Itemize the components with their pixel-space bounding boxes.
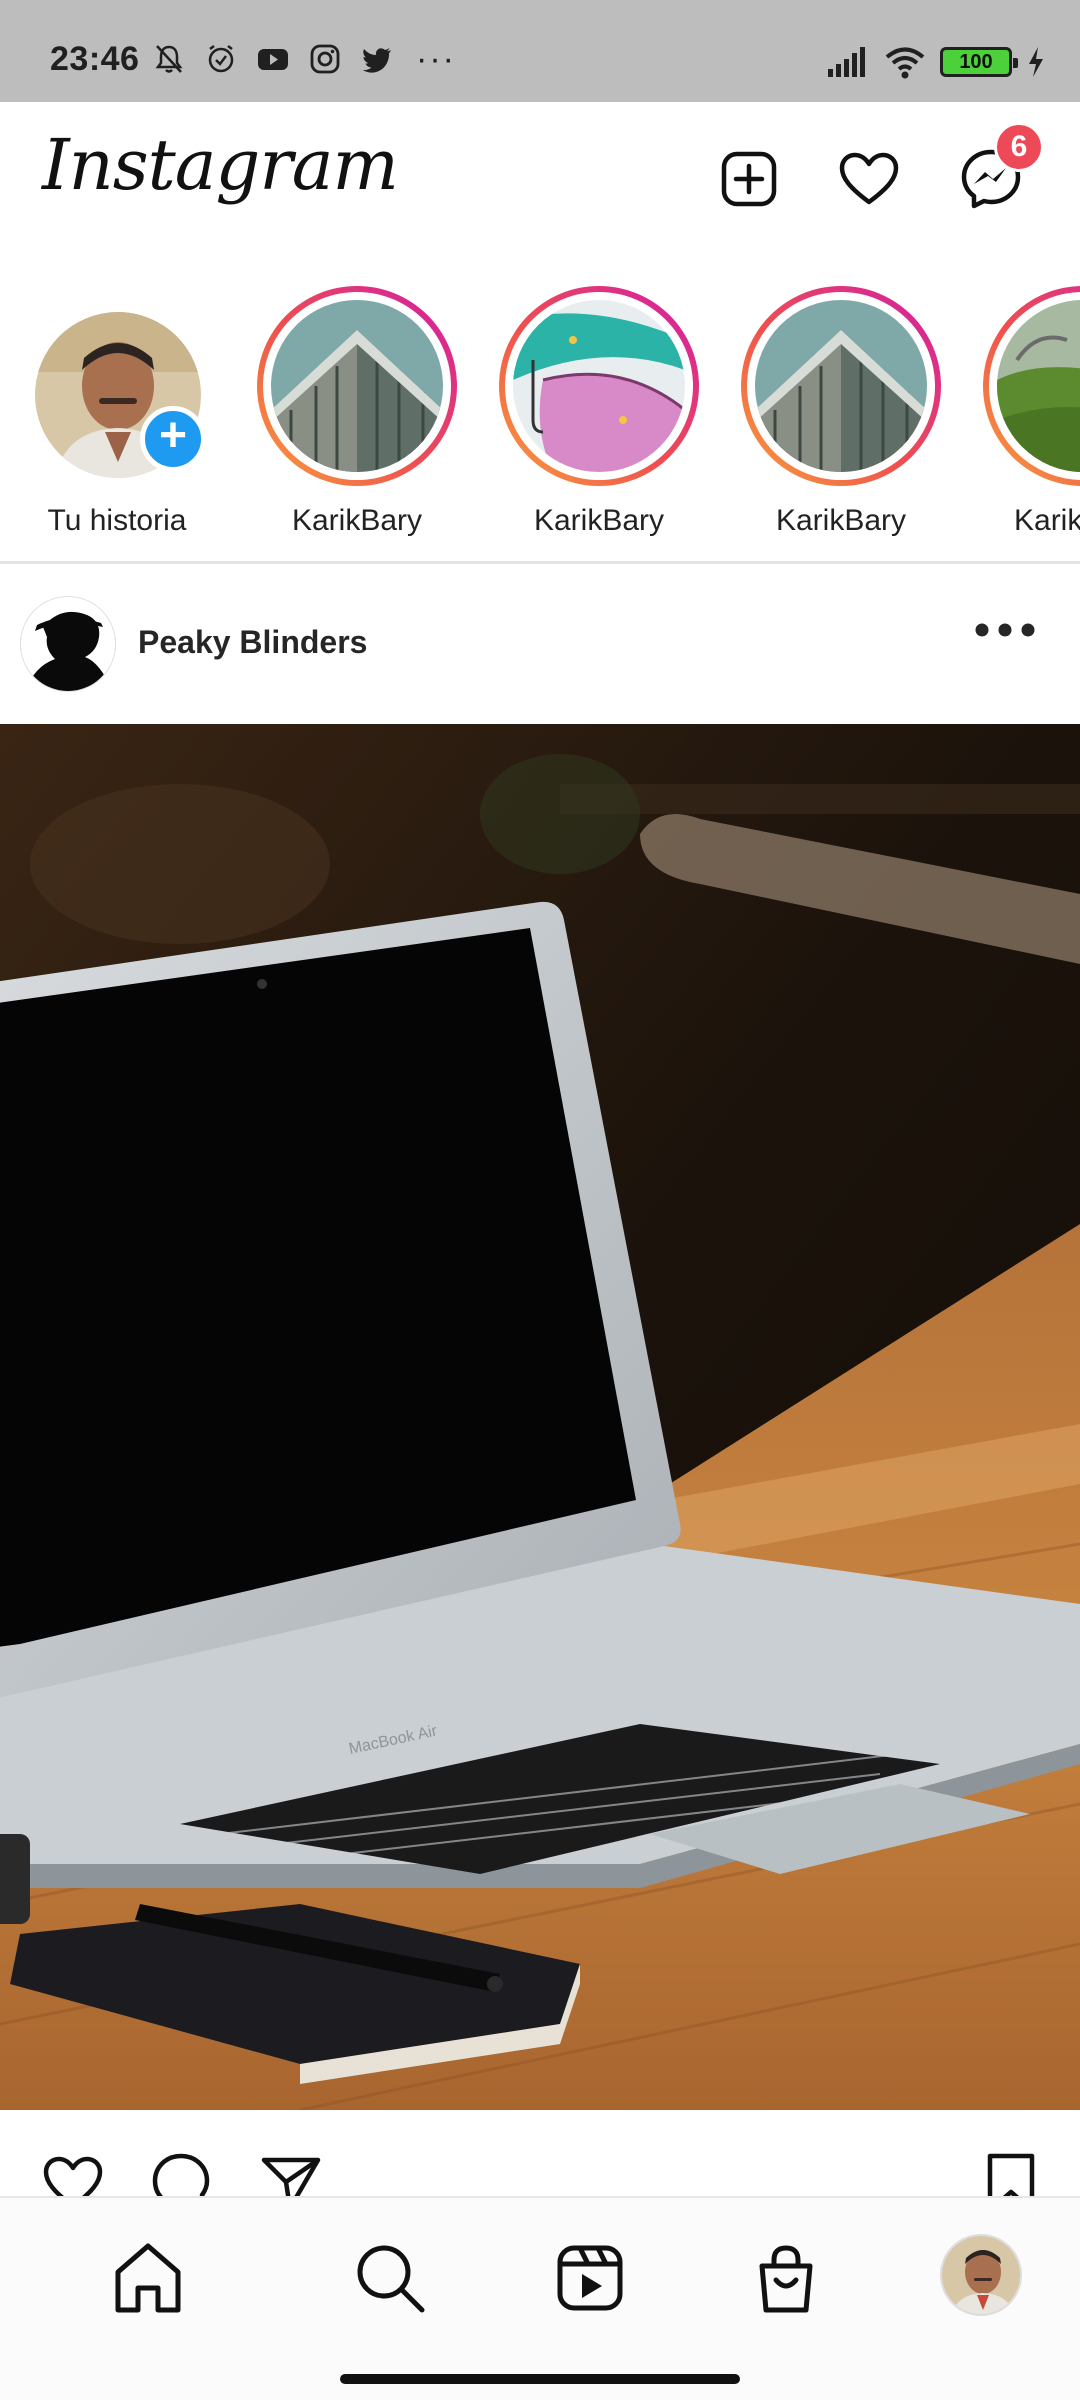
post-actions: [0, 2110, 1080, 2196]
reels-icon: [557, 2245, 623, 2311]
alarm-icon: [208, 45, 234, 73]
notification-icons: ···: [152, 42, 456, 76]
nav-shop[interactable]: [748, 2240, 824, 2316]
save-icon: [987, 2153, 1035, 2196]
like-icon: [43, 2156, 103, 2196]
comment-icon: [152, 2153, 210, 2196]
save-button[interactable]: [978, 2150, 1044, 2196]
story-label: KarikBary: [533, 504, 665, 537]
signal-icon: [828, 47, 865, 77]
story-own[interactable]: + Tu historia: [20, 286, 230, 546]
gesture-area: [0, 2356, 1080, 2400]
activity-button[interactable]: [836, 146, 902, 212]
comment-button[interactable]: [148, 2150, 214, 2196]
post-options-button[interactable]: [970, 610, 1040, 650]
story-label: Karik: [1014, 504, 1080, 537]
story-ring: [499, 286, 699, 486]
battery-icon: 100: [940, 47, 1018, 77]
status-time: 23:46: [50, 40, 140, 78]
story-item[interactable]: KarikBary: [252, 286, 462, 546]
story-ring: [257, 286, 457, 486]
wifi-icon: [885, 47, 925, 79]
charging-icon: [1029, 47, 1043, 77]
post-image[interactable]: MacBook Air: [0, 724, 1080, 2110]
share-icon: [261, 2157, 321, 2196]
more-notifications: ···: [416, 40, 456, 78]
story-item[interactable]: KarikBary: [494, 286, 704, 546]
stories-tray[interactable]: + Tu historia KarikBary KarikBary KarikB…: [0, 250, 1080, 564]
story-ring: [741, 286, 941, 486]
shop-icon: [759, 2245, 813, 2313]
like-button[interactable]: [40, 2150, 106, 2196]
story-thumbnail: [271, 300, 443, 472]
profile-avatar: [942, 2236, 1020, 2314]
nav-profile[interactable]: [940, 2234, 1022, 2316]
new-post-button[interactable]: [716, 146, 782, 212]
laptop-photo: MacBook Air: [0, 724, 1080, 2110]
story-item[interactable]: KarikBary: [736, 286, 946, 546]
story-ring: [983, 286, 1080, 486]
story-label: KarikBary: [291, 504, 423, 537]
instagram-logo: Instagram: [42, 124, 399, 206]
bottom-navigation: [0, 2196, 1080, 2356]
story-thumbnail: [997, 300, 1080, 472]
status-bar: 23:46 ··· 100: [0, 0, 1080, 102]
post-header: Peaky Blinders: [0, 566, 1080, 724]
instagram-icon: [310, 44, 340, 74]
search-icon: [357, 2245, 425, 2313]
post-author-name[interactable]: Peaky Blinders: [138, 624, 367, 661]
new-post-icon: [721, 151, 777, 207]
story-item[interactable]: Karik: [978, 286, 1080, 546]
youtube-icon: [258, 49, 288, 70]
more-options-icon: [975, 623, 1035, 637]
twitter-icon: [362, 48, 391, 73]
app-header: Instagram 6: [0, 102, 1080, 250]
share-button[interactable]: [258, 2150, 324, 2196]
activity-heart-icon: [839, 152, 899, 205]
nav-reels[interactable]: [552, 2240, 628, 2316]
home-icon: [115, 2243, 181, 2313]
nav-home[interactable]: [110, 2240, 186, 2316]
system-icons: 100: [826, 44, 1046, 80]
story-thumbnail: [513, 300, 685, 472]
battery-level: 100: [959, 50, 993, 73]
add-story-button[interactable]: +: [140, 406, 206, 472]
nav-search[interactable]: [352, 2240, 428, 2316]
messages-badge: 6: [994, 122, 1044, 172]
story-label: Tu historia: [47, 504, 187, 537]
bell-off-icon: [155, 45, 183, 73]
home-gesture-handle[interactable]: [340, 2374, 740, 2384]
story-label: KarikBary: [775, 504, 907, 537]
story-thumbnail: [755, 300, 927, 472]
post-author-avatar[interactable]: [20, 596, 116, 692]
